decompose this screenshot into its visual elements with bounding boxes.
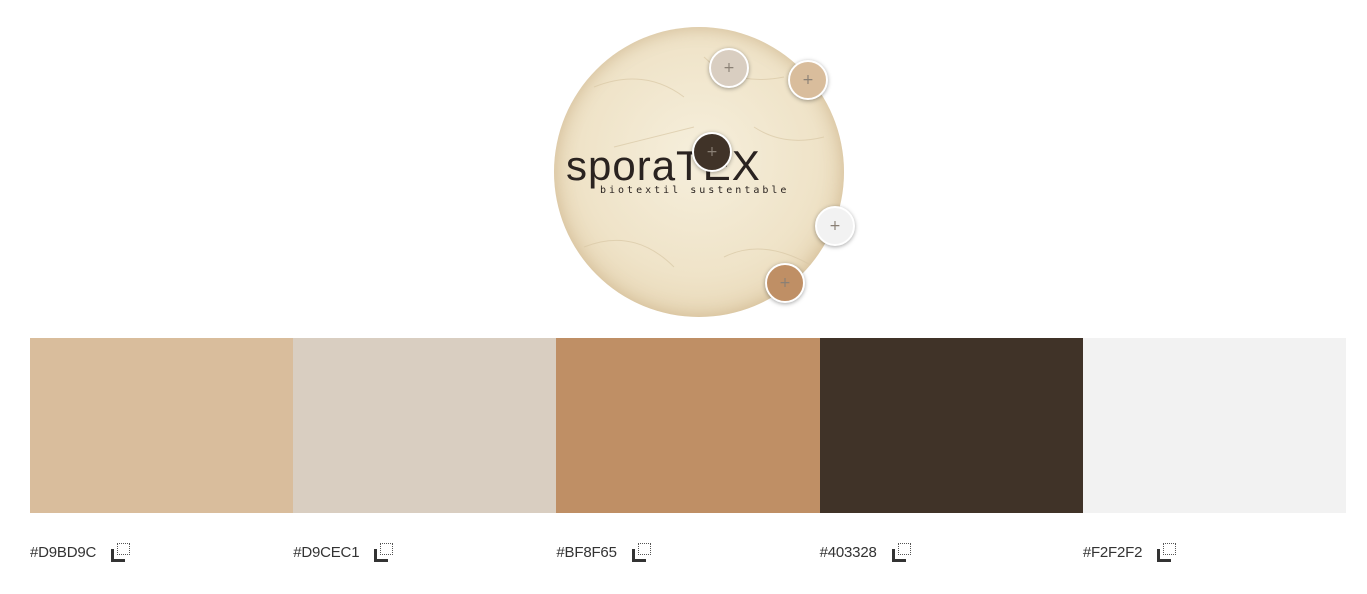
- palette-swatches: [30, 338, 1347, 513]
- copy-icon[interactable]: [1156, 543, 1177, 562]
- plus-icon: +: [706, 144, 718, 160]
- color-picker-handle-3[interactable]: +: [692, 132, 732, 172]
- plus-icon: +: [779, 275, 791, 291]
- color-picker-handle-4[interactable]: +: [815, 206, 855, 246]
- copy-icon[interactable]: [631, 543, 651, 562]
- plus-icon: +: [723, 60, 735, 76]
- logo-tagline: biotextil sustentable: [600, 185, 789, 196]
- color-picker-handle-5[interactable]: +: [765, 263, 805, 303]
- swatch-label-5: #F2F2F2: [1083, 540, 1346, 564]
- hex-code: #D9BD9C: [30, 543, 97, 561]
- copy-icon[interactable]: [891, 543, 911, 562]
- swatch-label-2: #D9CEC1: [293, 540, 556, 564]
- swatch-3[interactable]: [556, 338, 820, 513]
- swatch-label-4: #403328: [820, 540, 1083, 564]
- hex-code: #BF8F65: [556, 543, 617, 561]
- color-picker-image-stage: sporaTEX biotextil sustentable + + + + +: [554, 27, 855, 317]
- hex-code: #F2F2F2: [1082, 543, 1143, 561]
- swatch-5[interactable]: [1082, 338, 1347, 513]
- color-picker-handle-1[interactable]: +: [709, 48, 749, 88]
- swatch-label-1: #D9BD9C: [30, 540, 293, 564]
- swatch-4[interactable]: [819, 338, 1083, 513]
- hex-code: #403328: [819, 543, 877, 561]
- color-picker-handle-2[interactable]: +: [788, 60, 828, 100]
- plus-icon: +: [802, 72, 814, 88]
- hex-code: #D9CEC1: [293, 543, 360, 561]
- swatch-label-3: #BF8F65: [556, 540, 819, 564]
- swatch-2[interactable]: [293, 338, 557, 513]
- copy-icon[interactable]: [373, 543, 394, 562]
- palette-labels: #D9BD9C #D9CEC1 #BF8F65 #403328 #F2F2F2: [30, 540, 1346, 564]
- swatch-1[interactable]: [30, 338, 294, 513]
- copy-icon[interactable]: [110, 543, 131, 562]
- plus-icon: +: [829, 218, 841, 234]
